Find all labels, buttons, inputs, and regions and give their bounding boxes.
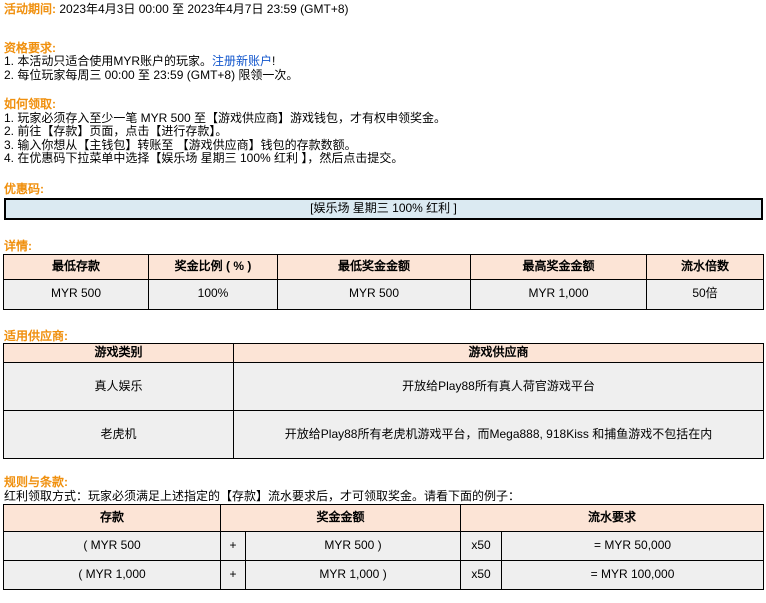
header-min-bonus: 最低奖金金额: [278, 254, 471, 279]
activity-period-value: 2023年4月3日 00:00 至 2023年4月7日 23:59 (GMT+8…: [59, 2, 348, 16]
cell-plus-1: +: [221, 532, 246, 561]
header-min-deposit: 最低存款: [4, 254, 149, 279]
header-max-bonus: 最高奖金金额: [471, 254, 647, 279]
header-bonus-amount: 奖金金额: [221, 505, 461, 532]
how-to-claim-section: 如何领取: 1. 玩家必须存入至少一笔 MYR 500 至【游戏供应商】游戏钱包…: [4, 98, 763, 166]
cell-category-live: 真人娱乐: [4, 363, 234, 411]
header-turnover-requirement: 流水要求: [461, 505, 764, 532]
promo-code-heading: 优惠码:: [4, 183, 763, 197]
cell-max-bonus: MYR 1,000: [471, 279, 647, 309]
cell-bonus-2: MYR 1,000 ): [246, 561, 461, 590]
providers-row-slots: 老虎机 开放给Play88所有老虎机游戏平台，而Mega888, 918Kiss…: [4, 411, 764, 459]
providers-section: 适用供应商: 游戏类别 游戏供应商 真人娱乐 开放给Play88所有真人荷官游戏…: [4, 330, 763, 460]
how-to-claim-heading: 如何领取:: [4, 98, 763, 112]
cell-turnover-1: = MYR 50,000: [502, 532, 764, 561]
header-turnover-multiplier: 流水倍数: [647, 254, 764, 279]
header-deposit: 存款: [4, 505, 221, 532]
details-section: 详情: 最低存款 奖金比例 ( % ) 最低奖金金额 最高奖金金额 流水倍数 M…: [4, 240, 763, 310]
rules-table: 存款 奖金金额 流水要求 ( MYR 500 + MYR 500 ) x50 =…: [3, 504, 764, 590]
cell-bonus-1: MYR 500 ): [246, 532, 461, 561]
eligibility-section: 资格要求: 1. 本活动只适合使用MYR账户的玩家。注册新账户! 2. 每位玩家…: [4, 42, 763, 83]
header-game-provider: 游戏供应商: [234, 344, 764, 363]
promo-code-section: 优惠码: [娱乐场 星期三 100% 红利 ]: [4, 183, 763, 221]
rules-example-row-2: ( MYR 1,000 + MYR 1,000 ) x50 = MYR 100,…: [4, 561, 764, 590]
eligibility-item-1-text: 1. 本活动只适合使用MYR账户的玩家。: [4, 54, 212, 68]
cell-bonus-percent: 100%: [149, 279, 278, 309]
promo-code-value: [娱乐场 星期三 100% 红利 ]: [310, 202, 457, 216]
providers-row-live-casino: 真人娱乐 开放给Play88所有真人荷官游戏平台: [4, 363, 764, 411]
cell-deposit-1: ( MYR 500: [4, 532, 221, 561]
eligibility-heading: 资格要求:: [4, 42, 763, 56]
rules-header-row: 存款 奖金金额 流水要求: [4, 505, 764, 532]
activity-period-label: 活动期间:: [4, 2, 56, 16]
cell-min-bonus: MYR 500: [278, 279, 471, 309]
cell-provider-live: 开放给Play88所有真人荷官游戏平台: [234, 363, 764, 411]
cell-turnover-2: = MYR 100,000: [502, 561, 764, 590]
cell-provider-slots: 开放给Play88所有老虎机游戏平台，而Mega888, 918Kiss 和捕鱼…: [234, 411, 764, 459]
details-table: 最低存款 奖金比例 ( % ) 最低奖金金额 最高奖金金额 流水倍数 MYR 5…: [3, 254, 764, 310]
eligibility-item-1: 1. 本活动只适合使用MYR账户的玩家。注册新账户!: [4, 55, 763, 69]
providers-header-row: 游戏类别 游戏供应商: [4, 344, 764, 363]
details-data-row: MYR 500 100% MYR 500 MYR 1,000 50倍: [4, 279, 764, 309]
providers-table: 游戏类别 游戏供应商 真人娱乐 开放给Play88所有真人荷官游戏平台 老虎机 …: [3, 343, 764, 459]
header-game-category: 游戏类别: [4, 344, 234, 363]
eligibility-item-1-suffix: !: [272, 54, 275, 68]
details-header-row: 最低存款 奖金比例 ( % ) 最低奖金金额 最高奖金金额 流水倍数: [4, 254, 764, 279]
cell-multiplier-2: x50: [461, 561, 502, 590]
cell-category-slots: 老虎机: [4, 411, 234, 459]
cell-plus-2: +: [221, 561, 246, 590]
eligibility-item-2: 2. 每位玩家每周三 00:00 至 23:59 (GMT+8) 限领一次。: [4, 69, 763, 83]
providers-heading: 适用供应商:: [4, 330, 763, 344]
cell-multiplier-1: x50: [461, 532, 502, 561]
header-bonus-percent: 奖金比例 ( % ): [149, 254, 278, 279]
rules-section: 规则与条款: 红利领取方式：玩家必须满足上述指定的【存款】流水要求后，才可领取奖…: [4, 476, 763, 590]
promo-code-box: [娱乐场 星期三 100% 红利 ]: [4, 198, 763, 220]
register-account-link[interactable]: 注册新账户: [212, 54, 272, 68]
rules-description: 红利领取方式：玩家必须满足上述指定的【存款】流水要求后，才可领取奖金。请看下面的…: [4, 490, 763, 504]
cell-turnover-multiplier: 50倍: [647, 279, 764, 309]
details-heading: 详情:: [4, 240, 763, 254]
cell-deposit-2: ( MYR 1,000: [4, 561, 221, 590]
how-to-claim-step-3: 3. 输入你想从【主钱包】转账至 【游戏供应商】钱包的存款数额。: [4, 139, 763, 153]
how-to-claim-step-1: 1. 玩家必须存入至少一笔 MYR 500 至【游戏供应商】游戏钱包，才有权申领…: [4, 112, 763, 126]
activity-period-line: 活动期间: 2023年4月3日 00:00 至 2023年4月7日 23:59 …: [4, 3, 763, 17]
rules-example-row-1: ( MYR 500 + MYR 500 ) x50 = MYR 50,000: [4, 532, 764, 561]
how-to-claim-step-4: 4. 在优惠码下拉菜单中选择【娱乐场 星期三 100% 红利 】，然后点击提交。: [4, 152, 763, 166]
rules-heading: 规则与条款:: [4, 476, 763, 490]
cell-min-deposit: MYR 500: [4, 279, 149, 309]
how-to-claim-step-2: 2. 前往【存款】页面，点击【进行存款】。: [4, 125, 763, 139]
